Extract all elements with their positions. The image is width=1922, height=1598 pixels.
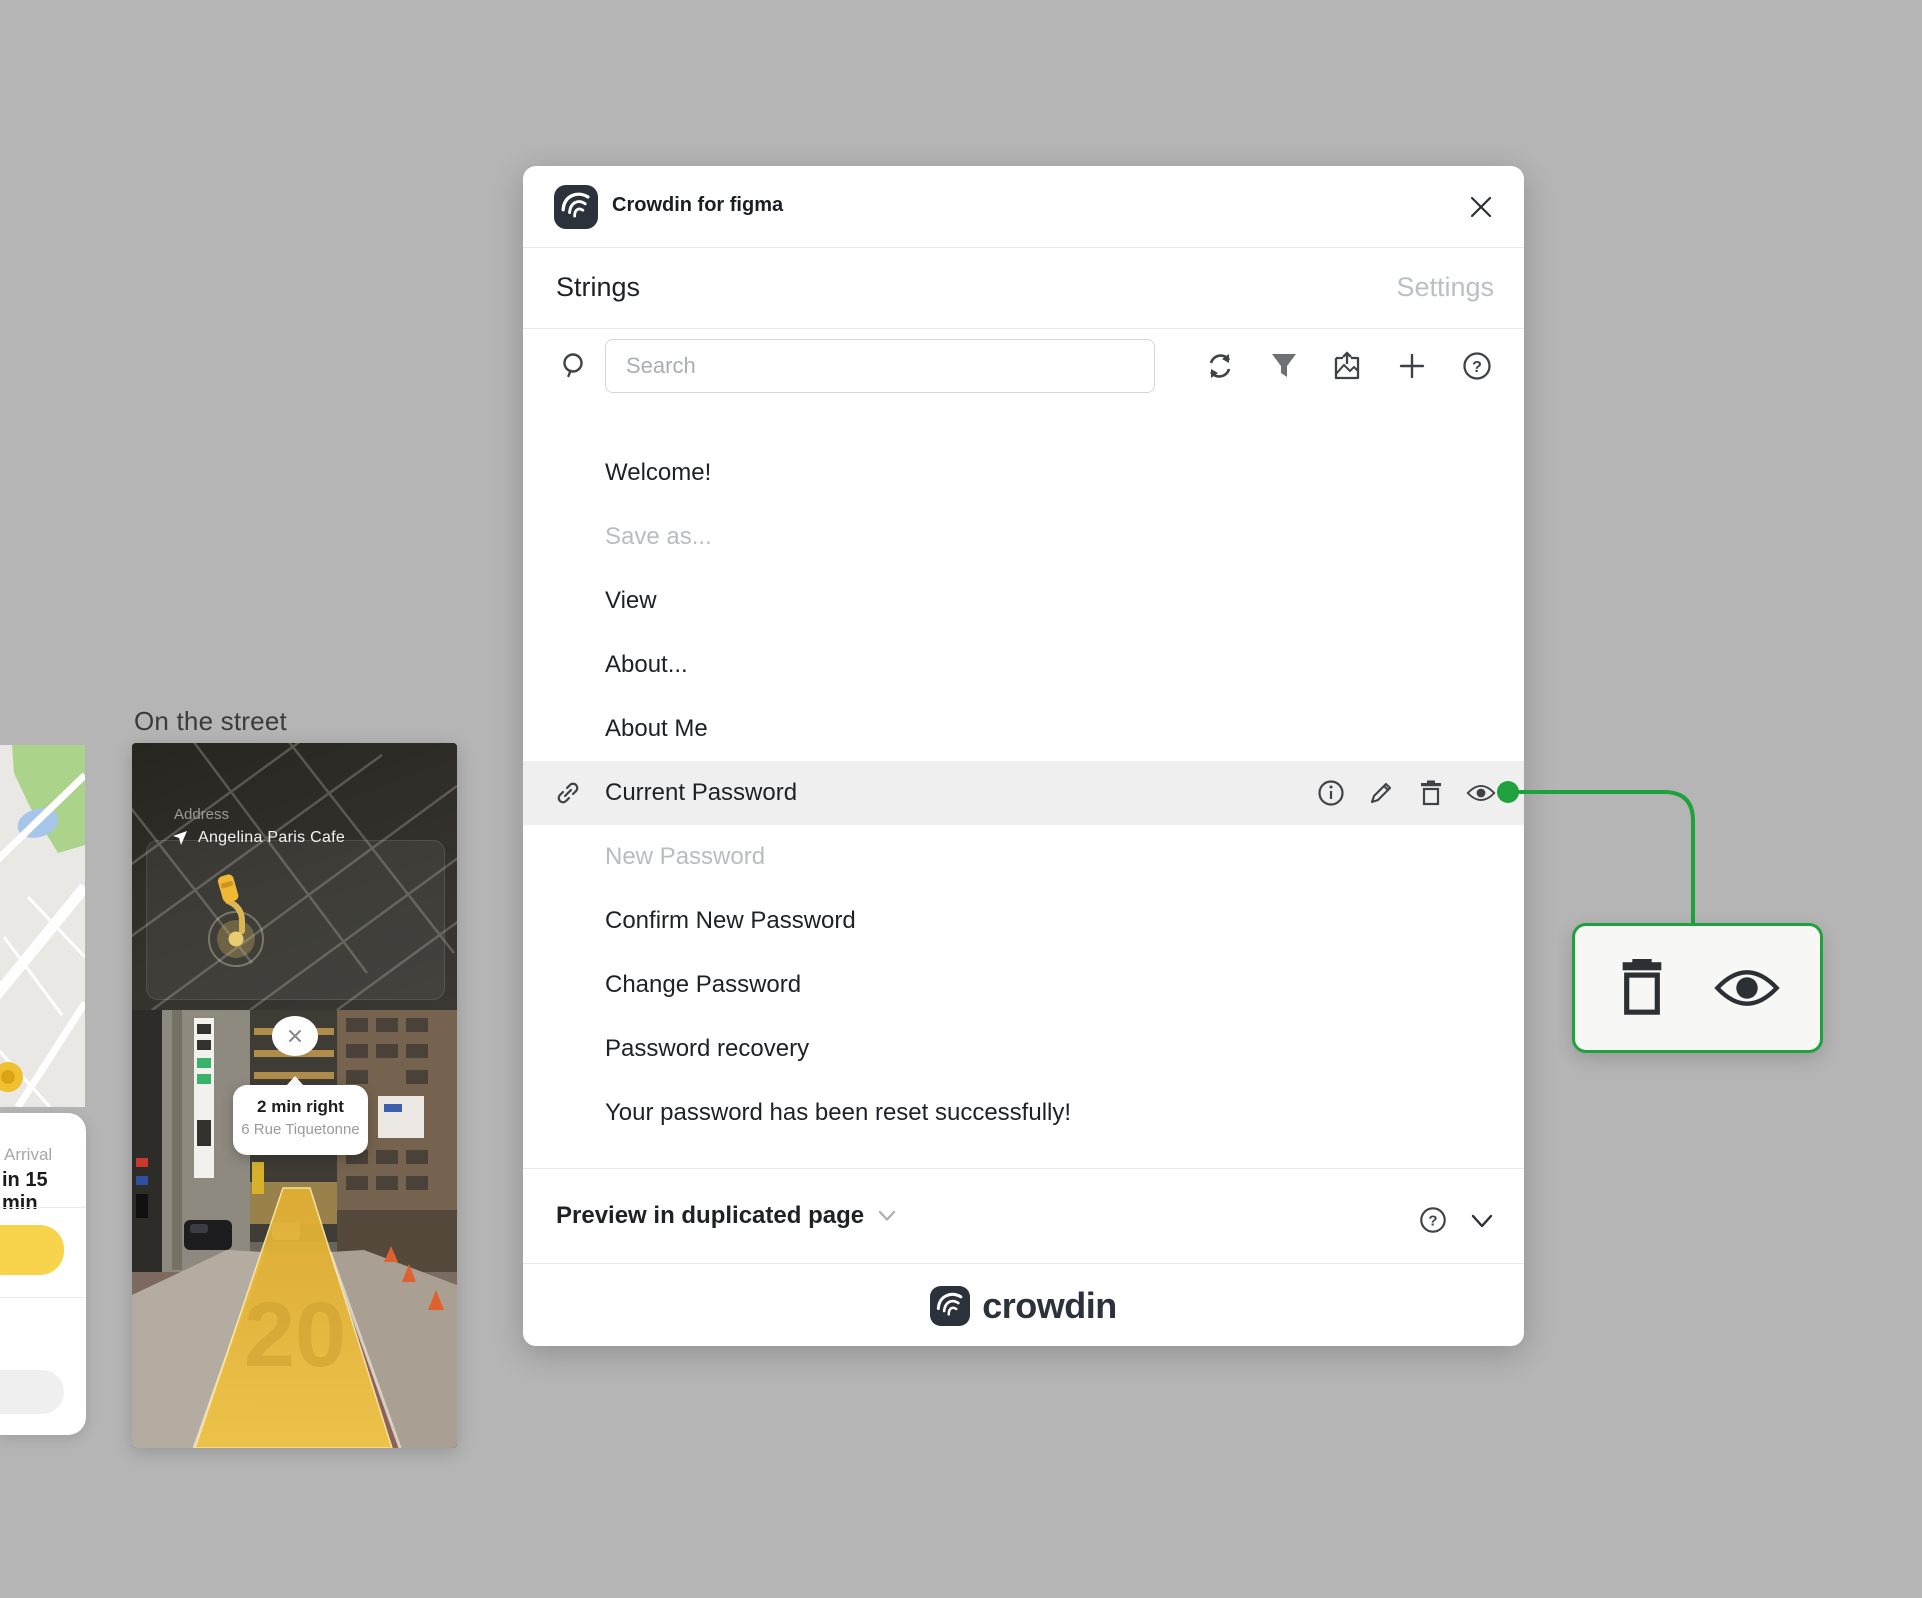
list-item[interactable]: Confirm New Password [523,889,1524,953]
add-icon[interactable] [1396,350,1428,382]
divider [0,1297,86,1298]
list-item[interactable]: Your password has been reset successfull… [523,1081,1524,1145]
list-item-label: Welcome! [605,459,712,486]
list-item-label: About... [605,651,688,678]
list-item[interactable]: New Password [523,825,1524,889]
list-item-label: View [605,587,657,614]
dialog-title: Crowdin for figma [612,194,784,216]
arrival-label: Arrival [4,1145,53,1164]
tab-bar: Strings Settings [523,248,1524,329]
list-item[interactable]: Welcome! [523,441,1524,505]
delete-icon[interactable] [1416,778,1446,808]
direction-title: 2 min right [257,1097,344,1116]
preview-mode-label: Preview in duplicated page [556,1202,865,1229]
list-item-label: Current Password [605,779,798,806]
dialog-header: Crowdin for figma [523,166,1524,248]
address-label: Address [174,806,230,823]
divider [0,1207,86,1208]
arrival-card-partial: Arrival in 15 min [0,1113,86,1435]
secondary-button-partial[interactable] [0,1370,64,1414]
tab-strings[interactable]: Strings [556,272,640,303]
chevron-down-icon [878,1210,896,1221]
close-icon[interactable] [1465,191,1497,223]
list-item-label: Confirm New Password [605,907,856,934]
direction-card: 2 min right 6 Rue Tiquetonne [233,1085,368,1155]
phone-mockup: Address Angelina Paris Cafe 20 2 min rig… [132,743,457,1448]
ar-street-view: 20 2 min right 6 Rue Tiquetonne [132,1010,457,1448]
map-screenshot-partial [0,745,85,1107]
list-item-label: New Password [605,843,766,870]
list-item[interactable]: Save as... [523,505,1524,569]
sync-icon[interactable] [1204,350,1236,382]
help-icon[interactable]: ? [1461,350,1493,382]
help-icon[interactable]: ? [1418,1205,1448,1235]
preview-mode-selector[interactable]: Preview in duplicated page [556,1202,896,1230]
map-glass-card [146,840,445,1000]
crowdin-plugin-dialog: Crowdin for figma Strings Settings Searc… [523,166,1524,1346]
export-image-icon[interactable] [1331,350,1363,382]
svg-text:?: ? [1428,1213,1437,1230]
figma-frame-label: On the street [134,706,287,736]
actions-tooltip [1572,923,1823,1053]
ar-close-button[interactable] [272,1016,318,1056]
list-item-label: Password recovery [605,1035,810,1062]
info-icon[interactable] [1316,778,1346,808]
list-item[interactable]: About Me [523,697,1524,761]
navigation-arrow-icon [173,831,187,845]
tab-settings[interactable]: Settings [1396,272,1494,303]
address-value: Angelina Paris Cafe [198,829,346,846]
collapse-chevron-icon[interactable] [1468,1207,1496,1235]
svg-text:?: ? [1472,359,1482,376]
edit-icon[interactable] [1366,778,1396,808]
list-item[interactable]: Current Password [523,761,1524,825]
close-icon [289,1030,301,1042]
search-icon [563,353,583,378]
direction-subtitle: 6 Rue Tiquetonne [241,1121,360,1138]
crowdin-logo-icon [930,1285,971,1326]
list-item-label: Your password has been reset successfull… [605,1099,1072,1126]
list-item-label: Save as... [605,523,712,550]
link-icon [557,782,579,804]
preview-icon[interactable] [1466,778,1496,808]
list-item[interactable]: About... [523,633,1524,697]
preview-icon[interactable] [1713,966,1780,1010]
preview-bar: Preview in duplicated page ? [523,1168,1524,1264]
crowdin-wordmark: crowdin [982,1284,1117,1326]
filter-icon[interactable] [1268,350,1300,382]
arrival-time: in 15 min [2,1169,48,1214]
toolbar: ? [523,328,1524,441]
list-item-label: About Me [605,715,708,742]
crowdin-logo-icon [554,185,598,229]
delete-icon[interactable] [1616,959,1668,1017]
list-item[interactable]: Change Password [523,953,1524,1017]
ar-map-overlay: Address Angelina Paris Cafe [132,743,457,1010]
strings-list: Welcome! Save as... View About... About … [523,441,1524,1168]
search-input[interactable] [605,339,1155,393]
list-item-label: Change Password [605,971,802,998]
list-item[interactable]: Password recovery [523,1017,1524,1081]
primary-button-partial[interactable] [0,1225,64,1275]
dialog-footer: crowdin [523,1263,1524,1347]
list-item[interactable]: View [523,569,1524,633]
map-art [0,745,85,1107]
svg-text:20: 20 [244,1284,346,1386]
